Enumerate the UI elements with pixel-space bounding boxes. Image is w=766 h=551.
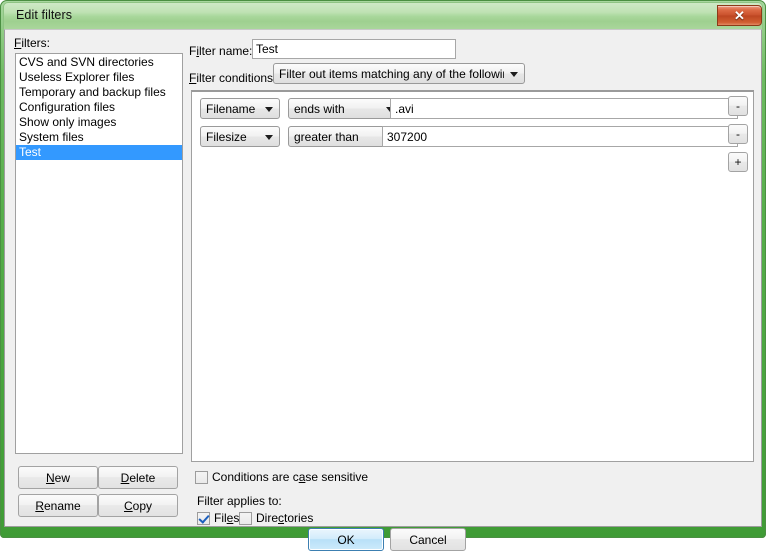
condition-row: Filename ends with [192, 98, 753, 126]
minus-icon: - [736, 99, 740, 113]
close-icon: ✕ [734, 8, 745, 23]
cancel-button[interactable]: Cancel [390, 528, 466, 551]
rename-button-label: ename [43, 498, 81, 513]
copy-button[interactable]: Copy [98, 494, 178, 517]
delete-button-label: elete [129, 470, 156, 485]
checkbox-box [197, 511, 210, 525]
condition-value-input-1[interactable] [390, 98, 738, 119]
new-button-label: ew [54, 470, 70, 485]
condition-field-select-2[interactable]: Filesize [200, 126, 280, 147]
remove-condition-button-1[interactable]: - [728, 96, 748, 116]
filter-conditions-select[interactable]: Filter out items matching any of the fol… [273, 63, 525, 84]
list-item[interactable]: Show only images [16, 115, 182, 130]
checkbox-box [195, 470, 208, 484]
remove-condition-button-2[interactable]: - [728, 124, 748, 144]
window-title: Edit filters [16, 8, 73, 22]
checkbox-box [239, 511, 252, 525]
filters-label-rest: ilters: [21, 36, 51, 50]
case-sensitive-label: Conditions are case sensitive [212, 470, 369, 484]
delete-button[interactable]: Delete [98, 466, 178, 489]
ok-button-label: OK [337, 532, 355, 547]
chevron-down-icon [265, 106, 273, 112]
list-item[interactable]: Configuration files [16, 100, 182, 115]
list-item-selected[interactable]: Test [16, 145, 182, 160]
ok-button[interactable]: OK [308, 528, 384, 551]
condition-value-input-2[interactable] [382, 126, 738, 147]
filter-name-label-rest: lter name: [199, 44, 253, 58]
conditions-panel: Filename ends with Filesize greater than [191, 90, 754, 462]
add-condition-button[interactable]: + [728, 152, 748, 172]
condition-field-value-1: Filename [206, 101, 256, 116]
new-button[interactable]: New [18, 466, 98, 489]
applies-directories-checkbox[interactable]: Directories [239, 511, 313, 525]
filter-conditions-value: Filter out items matching any of the fol… [279, 66, 504, 81]
dialog-client-area: Filters: CVS and SVN directories Useless… [4, 29, 762, 551]
applies-directories-label: Directories [256, 511, 314, 525]
chevron-down-icon [265, 134, 273, 140]
applies-to-label: Filter applies to: [197, 494, 282, 508]
list-item[interactable]: System files [16, 130, 182, 145]
list-item[interactable]: Useless Explorer files [16, 70, 182, 85]
cancel-button-label: Cancel [409, 532, 447, 547]
plus-icon: + [734, 155, 742, 169]
condition-field-value-2: Filesize [206, 129, 247, 144]
filter-name-input[interactable] [252, 39, 456, 59]
condition-operator-select-1[interactable]: ends with [288, 98, 401, 119]
applies-files-label: Files [214, 511, 240, 525]
condition-operator-value-1: ends with [294, 101, 345, 116]
minus-icon: - [736, 127, 740, 141]
filter-conditions-label-rest: ilter conditions: [196, 71, 277, 85]
case-sensitive-checkbox[interactable]: Conditions are case sensitive [195, 470, 368, 484]
list-item[interactable]: Temporary and backup files [16, 85, 182, 100]
dialog-window: Edit filters ✕ Filters: CVS and SVN dire… [0, 0, 766, 551]
chevron-down-icon [510, 71, 518, 77]
filter-name-label: Filter name: [189, 44, 253, 58]
condition-operator-value-2: greater than [294, 129, 359, 144]
title-bar[interactable]: Edit filters ✕ [3, 2, 763, 29]
filters-listbox[interactable]: CVS and SVN directories Useless Explorer… [15, 53, 183, 454]
copy-button-label: opy [132, 498, 153, 513]
filters-list-label: Filters: [14, 36, 51, 50]
condition-row: Filesize greater than [192, 126, 753, 154]
filter-conditions-label: Filter conditions: [189, 71, 277, 85]
applies-files-checkbox[interactable]: Files [197, 511, 239, 525]
condition-field-select-1[interactable]: Filename [200, 98, 280, 119]
close-button[interactable]: ✕ [717, 5, 762, 26]
rename-button[interactable]: Rename [18, 494, 98, 517]
list-item[interactable]: CVS and SVN directories [16, 55, 182, 70]
